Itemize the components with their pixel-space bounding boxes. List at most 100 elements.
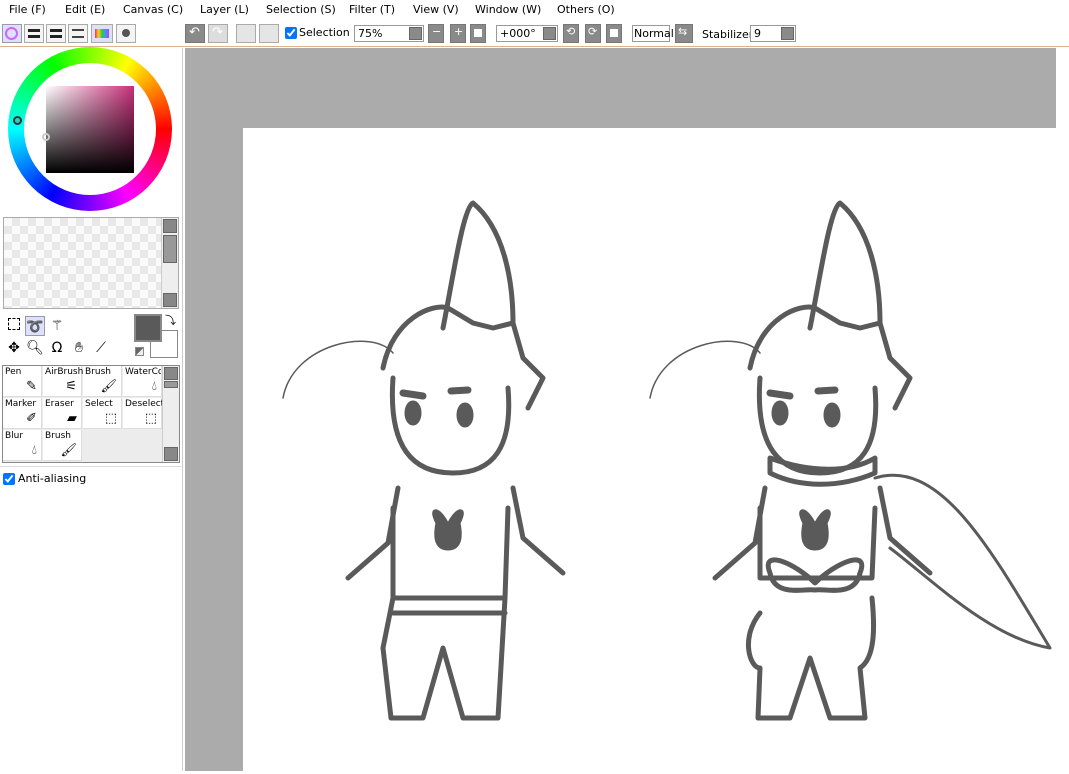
tool-label: Brush xyxy=(45,431,71,441)
tool-watercolor[interactable]: WaterCo 💧︎ xyxy=(123,366,162,397)
menu-file[interactable]: File (F) xyxy=(9,0,46,16)
rotate-right-button[interactable]: ⟳ xyxy=(585,24,601,43)
menu-edit[interactable]: Edit (E) xyxy=(65,0,105,16)
tool-select[interactable]: Select ⬚ xyxy=(83,398,122,429)
anti-aliasing-toggle[interactable]: Anti-aliasing xyxy=(3,472,86,485)
scroll-up-icon[interactable] xyxy=(164,367,178,380)
zoom-reset-button[interactable] xyxy=(470,24,486,43)
move-icon: ✥ xyxy=(8,340,20,356)
tool-eraser[interactable]: Eraser ▰ xyxy=(43,398,82,429)
zoom-tool[interactable]: 🔍︎ xyxy=(25,338,45,358)
deselect-eraser-icon: ⬚ xyxy=(144,411,157,426)
selection-toggle[interactable]: Selection xyxy=(285,26,350,39)
color-wheel-tab[interactable] xyxy=(2,24,22,43)
scratchpad-icon xyxy=(122,29,130,37)
move-tool[interactable]: ✥ xyxy=(4,338,24,358)
tool-label: Blur xyxy=(5,431,24,441)
list-icon xyxy=(72,29,84,38)
stabilizer-value: 9 xyxy=(754,27,761,40)
primary-color-swatch[interactable] xyxy=(134,314,162,342)
rgb-slider-tab[interactable] xyxy=(24,24,44,43)
scroll-thumb[interactable] xyxy=(164,381,178,388)
tool-marker[interactable]: Marker ✐ xyxy=(3,398,42,429)
tool-brush[interactable]: Brush 🖌︎ xyxy=(83,366,122,397)
palette-icon xyxy=(95,29,109,38)
flip-button[interactable]: ⇆ xyxy=(675,24,693,43)
anti-aliasing-checkbox[interactable] xyxy=(3,472,15,485)
reset-icon xyxy=(474,29,482,37)
undo-button[interactable]: ↶ xyxy=(185,24,205,43)
tool-label: Pen xyxy=(5,367,22,377)
tool-label: Select xyxy=(85,399,113,409)
brush-icon: 🖌︎ xyxy=(60,443,77,458)
rotate-right-icon: ⟳ xyxy=(588,25,598,38)
rotate-tool[interactable]: Ω xyxy=(47,338,67,358)
blend-mode-button[interactable]: Normal xyxy=(632,25,674,42)
menu-view[interactable]: View (V) xyxy=(413,0,459,16)
tool-label: Brush xyxy=(85,367,111,377)
rotation-select[interactable]: +000° xyxy=(496,25,558,42)
tool-brush-2[interactable]: Brush 🖌︎ xyxy=(43,430,82,461)
scratchpad-scrollbar[interactable] xyxy=(161,218,178,308)
scroll-thumb[interactable] xyxy=(163,235,177,263)
zoom-select[interactable]: 75% xyxy=(354,25,424,42)
character-sketch-left xyxy=(282,200,566,721)
left-panel: ➰ ⚚ ✥ 🔍︎ Ω ✋︎ ⟋ ⤵ Pen ✎ AirBrush ⚟ Brush 🖌︎… xyxy=(0,47,183,771)
tool-scrollbar[interactable] xyxy=(162,366,179,462)
redo-button[interactable]: ↷ xyxy=(208,24,228,43)
tool-deselect[interactable]: Deselect ⬚ xyxy=(123,398,164,429)
menu-others[interactable]: Others (O) xyxy=(557,0,615,16)
pen-icon: ✎ xyxy=(26,379,37,394)
scratchpad-tab[interactable] xyxy=(116,24,136,43)
palette-tab[interactable] xyxy=(91,24,113,43)
select-pen-icon: ⬚ xyxy=(104,411,117,426)
brush-icon: 🖌︎ xyxy=(100,379,117,394)
eyedropper-tool[interactable]: ⟋ xyxy=(91,338,111,358)
menu-window[interactable]: Window (W) xyxy=(475,0,541,16)
zoom-out-button[interactable]: − xyxy=(428,24,444,43)
rotation-value: +000° xyxy=(500,27,536,40)
menu-filter[interactable]: Filter (T) xyxy=(349,0,395,16)
deselect-button[interactable] xyxy=(236,24,256,43)
rotate-left-icon: ⟲ xyxy=(566,25,576,38)
rotate-left-button[interactable]: ⟲ xyxy=(563,24,579,43)
rotation-reset-button[interactable] xyxy=(606,24,622,43)
toolbar: ↶ ↷ Selection 75% − + +000° ⟲ ⟳ Normal ⇆… xyxy=(0,21,1069,47)
tool-blur[interactable]: Blur 💧︎ xyxy=(3,430,42,461)
tool-label: Marker xyxy=(5,399,37,409)
canvas-area[interactable] xyxy=(185,48,1056,771)
swatch-tab[interactable] xyxy=(68,24,88,43)
sliders-icon xyxy=(50,29,62,38)
flip-icon: ⇆ xyxy=(678,25,688,38)
zoom-in-button[interactable]: + xyxy=(450,24,466,43)
redo-icon: ↷ xyxy=(212,25,223,40)
tool-pen[interactable]: Pen ✎ xyxy=(3,366,42,397)
scroll-up-icon[interactable] xyxy=(163,219,177,233)
scroll-down-icon[interactable] xyxy=(164,447,178,461)
stabilizer-label: Stabilizer xyxy=(702,28,754,41)
reset-colors-icon[interactable] xyxy=(135,347,144,356)
saturation-value-square[interactable] xyxy=(46,86,134,173)
magic-wand-icon: ⚚ xyxy=(50,318,64,334)
selection-checkbox[interactable] xyxy=(285,26,297,39)
rect-select-tool[interactable] xyxy=(4,316,24,336)
menu-layer[interactable]: Layer (L) xyxy=(200,0,249,16)
sv-marker[interactable] xyxy=(42,133,50,141)
hue-marker[interactable] xyxy=(13,116,22,125)
hsv-slider-tab[interactable] xyxy=(46,24,66,43)
invert-selection-button[interactable] xyxy=(259,24,279,43)
lasso-tool[interactable]: ➰ xyxy=(25,316,45,336)
menu-selection[interactable]: Selection (S) xyxy=(266,0,336,16)
hand-tool[interactable]: ✋︎ xyxy=(69,338,89,358)
hand-icon: ✋︎ xyxy=(75,340,83,356)
color-wheel-icon xyxy=(5,27,18,40)
tool-airbrush[interactable]: AirBrush ⚟ xyxy=(43,366,84,397)
swap-colors-icon[interactable]: ⤵ xyxy=(165,312,176,328)
canvas-paper[interactable] xyxy=(243,128,1056,771)
lasso-icon: ➰ xyxy=(26,319,44,335)
stabilizer-select[interactable]: 9 xyxy=(750,25,796,42)
scroll-down-icon[interactable] xyxy=(163,293,177,307)
magic-wand-tool[interactable]: ⚚ xyxy=(47,316,67,336)
menu-canvas[interactable]: Canvas (C) xyxy=(123,0,183,16)
tool-label: AirBrush xyxy=(45,367,84,377)
